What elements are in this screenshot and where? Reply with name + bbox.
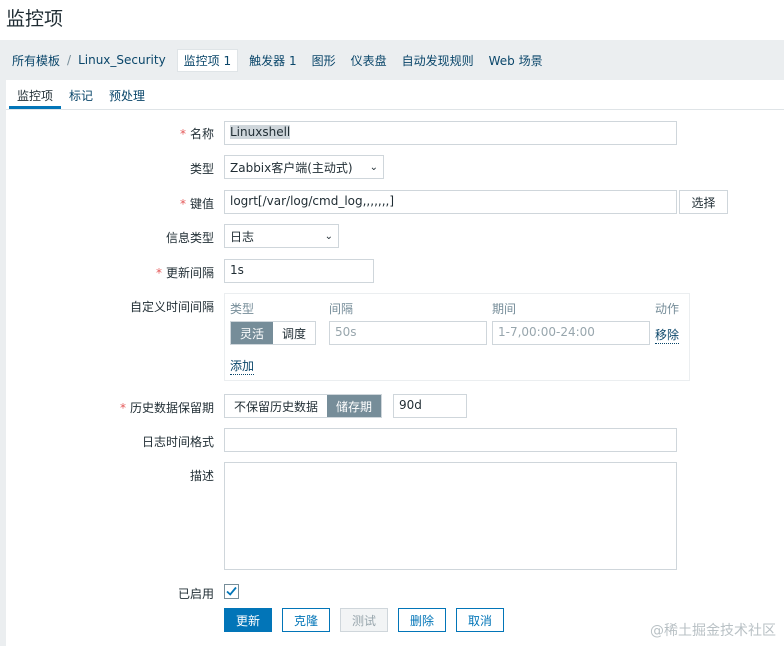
cancel-button[interactable]: 取消 xyxy=(456,608,504,632)
description-label: 描述 xyxy=(189,469,214,483)
chevron-down-icon: ⌄ xyxy=(369,161,378,173)
header-period: 期间 xyxy=(492,302,517,316)
segment-scheduling[interactable]: 调度 xyxy=(273,322,316,344)
header-type: 类型 xyxy=(230,302,255,316)
delete-button[interactable]: 删除 xyxy=(398,608,446,632)
description-textarea[interactable] xyxy=(224,462,677,570)
breadcrumb-template[interactable]: Linux_Security xyxy=(78,53,166,67)
key-select-button[interactable]: 选择 xyxy=(679,190,728,214)
info-type-select-value: 日志 xyxy=(230,229,255,244)
enabled-label: 已启用 xyxy=(177,587,214,601)
period-input[interactable]: 1-7,00:00-24:00 xyxy=(492,321,650,345)
nav-dashboards[interactable]: 仪表盘 xyxy=(351,52,387,69)
nav-web-scenarios[interactable]: Web 场景 xyxy=(489,52,543,69)
name-label: * 名称 xyxy=(179,127,214,141)
add-interval-link[interactable]: 添加 xyxy=(230,357,255,375)
log-time-format-label: 日志时间格式 xyxy=(141,435,214,449)
history-period-input[interactable]: 90d xyxy=(393,394,467,418)
info-type-select[interactable]: 日志 ⌄ xyxy=(224,224,339,248)
nav-items[interactable]: 监控项 1 xyxy=(176,48,239,72)
history-storage-option[interactable]: 储存期 xyxy=(327,395,382,417)
update-interval-input[interactable]: 1s xyxy=(224,259,374,283)
check-icon xyxy=(226,586,237,596)
custom-intervals-table: 类型 间隔 期间 动作 灵活 调度 50s 1-7,00:00-24:00 移除… xyxy=(224,293,690,381)
nav-discovery-rules[interactable]: 自动发现规则 xyxy=(402,52,474,69)
history-label: * 历史数据保留期 xyxy=(119,401,214,415)
watermark: @稀土掘金技术社区 xyxy=(650,623,776,639)
key-input[interactable]: logrt[/var/log/cmd_log,,,,,,,] xyxy=(224,190,677,214)
nav-graphs[interactable]: 图形 xyxy=(312,52,336,69)
info-type-label: 信息类型 xyxy=(165,231,214,245)
history-no-keep-option[interactable]: 不保留历史数据 xyxy=(225,395,328,417)
nav-triggers[interactable]: 触发器 1 xyxy=(249,52,296,69)
type-select-value: Zabbix客户端(主动式) xyxy=(230,160,353,175)
breadcrumb-separator: / xyxy=(67,53,72,67)
page-header: 监控项 xyxy=(0,0,784,40)
breadcrumb-all-templates[interactable]: 所有模板 xyxy=(12,52,60,69)
name-input[interactable]: Linuxshell xyxy=(224,121,677,145)
key-label: * 键值 xyxy=(179,197,214,211)
interval-type-segment: 灵活 调度 xyxy=(230,321,317,345)
tab-item[interactable]: 监控项 xyxy=(9,80,62,109)
test-button: 测试 xyxy=(340,608,388,632)
update-interval-label: * 更新间隔 xyxy=(155,266,214,280)
chevron-down-icon: ⌄ xyxy=(324,230,333,242)
remove-interval-link[interactable]: 移除 xyxy=(655,326,680,344)
segment-flexible[interactable]: 灵活 xyxy=(231,322,274,344)
header-interval: 间隔 xyxy=(329,302,354,316)
clone-button[interactable]: 克隆 xyxy=(282,608,330,632)
type-label: 类型 xyxy=(189,162,214,176)
interval-input[interactable]: 50s xyxy=(329,321,487,345)
page-title: 监控项 xyxy=(6,8,64,30)
form-tabs: 监控项 标记 预处理 xyxy=(6,80,784,110)
tab-preprocessing[interactable]: 预处理 xyxy=(101,80,153,109)
tab-tags[interactable]: 标记 xyxy=(61,80,101,109)
enabled-checkbox[interactable] xyxy=(224,584,239,599)
custom-intervals-label: 自定义时间间隔 xyxy=(129,300,214,314)
log-time-format-input[interactable] xyxy=(224,428,677,452)
item-form: 监控项 标记 预处理 * 名称 Linuxshell 类型 Zabbix客户端(主… xyxy=(6,80,784,646)
breadcrumb: 所有模板 / Linux_Security 监控项 1 触发器 1 图形 仪表盘… xyxy=(0,40,784,80)
update-button[interactable]: 更新 xyxy=(224,608,272,632)
header-action: 动作 xyxy=(655,302,680,316)
type-select[interactable]: Zabbix客户端(主动式) ⌄ xyxy=(224,155,384,179)
history-mode-segment: 不保留历史数据 储存期 xyxy=(224,394,383,418)
